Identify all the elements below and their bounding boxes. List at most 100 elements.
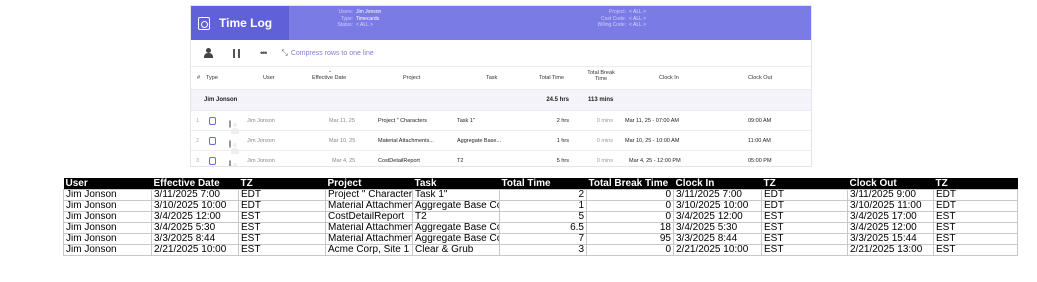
filter-status-label: Status: [337, 22, 353, 28]
group-name: Jim Jonson [204, 97, 238, 103]
user-icon[interactable] [204, 48, 213, 58]
sheet-header-cell: TZ [933, 178, 1018, 190]
sheet-cell: T2 [412, 211, 500, 223]
filter-billing-code-value[interactable]: < ALL > [629, 22, 646, 29]
sheet-cell: Task 1" [412, 189, 500, 201]
sheet-cell: EST [238, 244, 326, 256]
sheet-cell: EST [933, 233, 1018, 245]
sheet-cell: 6.5 [499, 222, 587, 234]
sheet-cell: 7 [499, 233, 587, 245]
row-total-time: 1 hrs [556, 137, 569, 144]
filter-status-value[interactable]: < ALL > [356, 22, 373, 29]
sheet-cell: Jim Jonson [63, 222, 152, 234]
row-break-time: 0 mins [596, 137, 613, 144]
toolbar: ••• ⤡ Compress rows to one line [191, 40, 811, 67]
title-box: Time Log [191, 6, 289, 40]
row-date: Mar 10, 25 [329, 137, 356, 144]
column-headers: # Type User ⌄ Effective Date Project Tas… [191, 67, 811, 90]
avatar [229, 159, 231, 166]
sheet-cell: 0 [586, 211, 674, 223]
sheet-cell: 3/10/2025 10:00 [151, 200, 239, 212]
sheet-cell: 0 [586, 244, 674, 256]
row-clock-in: Mar 10, 25 - 10:00 AM [625, 137, 680, 144]
col-task[interactable]: Task [486, 75, 497, 81]
row-clock-in: Mar 11, 25 - 07:00 AM [625, 117, 680, 124]
row-user: Jim Jonson [247, 117, 275, 124]
sheet-row: Jim Jonson 3/4/2025 12:00 EST CostDetailRep… [63, 211, 1018, 223]
sheet-row: Jim Jonson 3/3/2025 8:44 EST Material Attac… [63, 233, 1018, 245]
filters-left[interactable]: Users: Jim Jonson Type: Timecards Status: <… [301, 9, 381, 29]
sheet-header-cell: Task [412, 178, 500, 190]
col-effective-date[interactable]: Effective Date [312, 75, 346, 81]
sheet-cell: Aggregate Base Cou [412, 222, 500, 234]
timecard-icon [209, 156, 216, 165]
app-header: Time Log Users: Jim Jonson Type: Timecards… [191, 6, 811, 40]
row-project: Material Attachments... [378, 137, 434, 144]
sheet-cell: 3/11/2025 9:00 [847, 189, 934, 201]
sheet-header-cell: Effective Date [151, 178, 239, 190]
time-log-panel: Time Log Users: Jim Jonson Type: Timecards… [190, 5, 812, 167]
sheet-cell: Aggregate Base Cou [412, 233, 500, 245]
row-clock-out: 05:00 PM [748, 157, 772, 164]
sheet-cell: EST [761, 222, 848, 234]
sheet-cell: 3/4/2025 12:00 [673, 211, 762, 223]
filter-billing-code-label: Billing Code: [597, 22, 626, 28]
row-number: 3 [196, 157, 200, 164]
sort-chevron-icon[interactable]: ⌄ [328, 68, 332, 74]
sheet-row: Jim Jonson 3/4/2025 5:30 EST Material Attac… [63, 222, 1018, 234]
group-total-break: 113 mins [588, 97, 614, 103]
row-user: Jim Jonson [247, 137, 275, 144]
sheet-header-cell: Total Break Time [586, 178, 674, 190]
col-user[interactable]: User [263, 75, 275, 81]
col-clock-out[interactable]: Clock Out [748, 75, 772, 81]
table-row[interactable]: 2 Jim Jonson Mar 10, 25 Material Attachm… [191, 131, 811, 151]
group-row[interactable]: Jim Jonson 24.5 hrs 113 mins [191, 90, 811, 111]
sheet-cell: Acme Corp, Site 1 [325, 244, 413, 256]
col-project[interactable]: Project [403, 75, 420, 81]
sheet-header-cell: Total Time [499, 178, 587, 190]
row-number: 1 [196, 117, 200, 124]
sheet-cell: 3/4/2025 5:30 [673, 222, 762, 234]
sheet-header-cell: TZ [238, 178, 326, 190]
sheet-cell: Material Attachments [325, 200, 413, 212]
sheet-cell: EST [761, 211, 848, 223]
avatar [229, 119, 231, 128]
columns-icon[interactable] [233, 48, 240, 58]
sheet-cell: 3/4/2025 5:30 [151, 222, 239, 234]
row-number: 2 [196, 137, 200, 144]
filters-right[interactable]: Project: < ALL > Cost Code: < ALL > Billin… [546, 9, 646, 29]
table-row[interactable]: 1 Jim Jonson Mar 11, 25 Project " Charac… [191, 111, 811, 131]
compress-rows-button[interactable]: ⤡ Compress rows to one line [281, 48, 373, 58]
sheet-cell: 5 [499, 211, 587, 223]
row-break-time: 0 mins [596, 117, 613, 124]
sheet-cell: EST [761, 233, 848, 245]
sheet-cell: 3/3/2025 8:44 [673, 233, 762, 245]
row-project: Project " Characters [378, 117, 428, 124]
row-clock-out: 11:00 AM [748, 137, 771, 144]
sheet-header-cell: Clock Out [847, 178, 934, 190]
col-total-break[interactable]: Total Break Time [587, 70, 615, 82]
sheet-cell: 3/10/2025 11:00 [847, 200, 934, 212]
row-task: T2 [457, 157, 464, 164]
sheet-cell: 1 [499, 200, 587, 212]
col-clock-in[interactable]: Clock In [659, 75, 679, 81]
more-options-button[interactable]: ••• [260, 48, 268, 58]
col-total-time[interactable]: Total Time [539, 75, 564, 81]
row-task: Task 1" [457, 117, 475, 124]
col-type[interactable]: Type [206, 75, 218, 81]
sheet-header-cell: User [63, 178, 152, 190]
sheet-cell: 95 [586, 233, 674, 245]
row-task: Aggregate Base... [457, 137, 502, 144]
export-spreadsheet: User Effective Date TZ Project Task Tota… [63, 178, 1018, 256]
sheet-cell: Jim Jonson [63, 189, 152, 201]
sheet-header-cell: TZ [761, 178, 848, 190]
sheet-cell: 3/4/2025 12:00 [151, 211, 239, 223]
sheet-cell: 3 [499, 244, 587, 256]
sheet-cell: Jim Jonson [63, 244, 152, 256]
sheet-row: Jim Jonson 3/11/2025 7:00 EDT Project " Cha… [63, 189, 1018, 201]
col-num: # [197, 75, 201, 81]
table-row[interactable]: 3 Jim Jonson Mar 4, 25 CostDetailReport … [191, 151, 811, 166]
sheet-cell: 3/10/2025 10:00 [673, 200, 762, 212]
sheet-cell: 18 [586, 222, 674, 234]
row-break-time: 0 mins [596, 157, 613, 164]
